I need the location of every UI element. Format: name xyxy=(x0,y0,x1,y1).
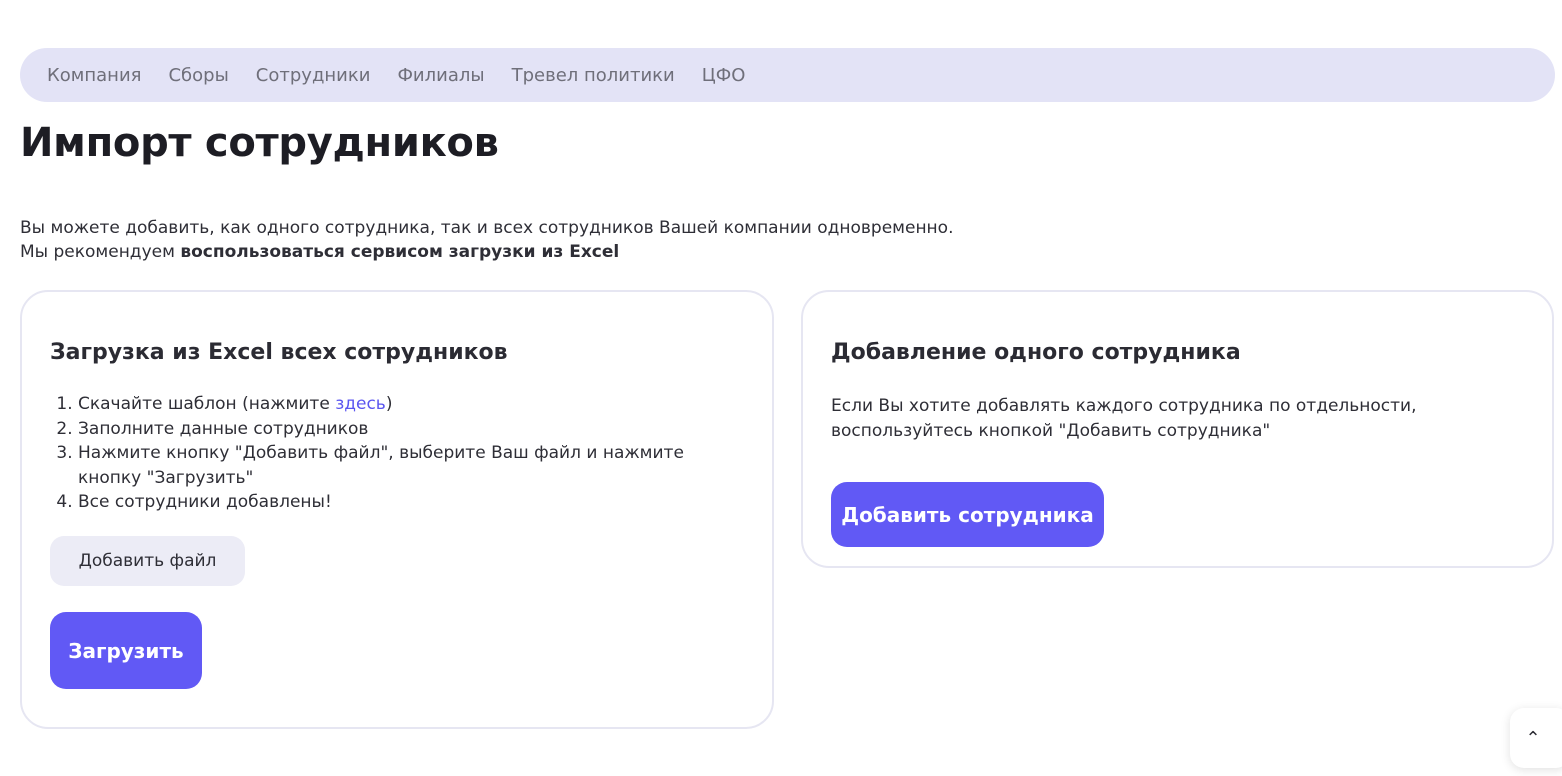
step-fill-data: Заполните данные сотрудников xyxy=(78,417,738,442)
excel-import-card: Загрузка из Excel всех сотрудников Скача… xyxy=(20,290,774,729)
single-card-text-line-1: Если Вы хотите добавлять каждого сотрудн… xyxy=(831,396,1417,416)
page-title: Импорт сотрудников xyxy=(20,120,499,166)
step-done: Все сотрудники добавлены! xyxy=(78,490,738,515)
nav-item-cfo[interactable]: ЦФО xyxy=(702,65,746,86)
nav-item-fees[interactable]: Сборы xyxy=(168,65,228,86)
nav-item-employees[interactable]: Сотрудники xyxy=(256,65,371,86)
nav-item-travel-policies[interactable]: Тревел политики xyxy=(512,65,675,86)
intro-line-2-prefix: Мы рекомендуем xyxy=(20,242,181,262)
step1-suffix: ) xyxy=(385,394,393,414)
step-upload-file: Нажмите кнопку "Добавить файл", выберите… xyxy=(78,441,738,490)
step1-text: Скачайте шаблон (нажмите xyxy=(78,394,336,414)
template-download-link[interactable]: здесь xyxy=(335,394,386,414)
chevron-up-icon: ⌃ xyxy=(1525,727,1541,749)
nav-item-branches[interactable]: Филиалы xyxy=(397,65,484,86)
single-card-text-line-2: воспользуйтесь кнопкой "Добавить сотрудн… xyxy=(831,420,1271,441)
single-employee-card: Добавление одного сотрудника Если Вы хот… xyxy=(801,290,1554,568)
upload-button[interactable]: Загрузить xyxy=(50,612,202,689)
single-card-description: Если Вы хотите добавлять каждого сотрудн… xyxy=(831,394,1491,443)
intro-line-2: Мы рекомендуем воспользоваться сервисом … xyxy=(20,240,1120,264)
add-file-button[interactable]: Добавить файл xyxy=(50,536,245,586)
step-download-template: Скачайте шаблон (нажмите здесь) xyxy=(78,392,738,417)
single-card-title: Добавление одного сотрудника xyxy=(831,340,1241,365)
page: Компания Сборы Сотрудники Филиалы Тревел… xyxy=(0,0,1562,776)
top-navigation: Компания Сборы Сотрудники Филиалы Тревел… xyxy=(20,48,1555,102)
intro-line-1: Вы можете добавить, как одного сотрудник… xyxy=(20,218,954,238)
add-employee-button[interactable]: Добавить сотрудника xyxy=(831,482,1104,547)
excel-card-title: Загрузка из Excel всех сотрудников xyxy=(50,340,508,365)
intro-line-2-emphasis: воспользоваться сервисом загрузки из Exc… xyxy=(180,242,620,262)
import-steps-list: Скачайте шаблон (нажмите здесь) Заполнит… xyxy=(50,392,738,515)
intro-text: Вы можете добавить, как одного сотрудник… xyxy=(20,216,1120,264)
scroll-to-top-button[interactable]: ⌃ xyxy=(1510,708,1562,768)
nav-item-company[interactable]: Компания xyxy=(47,65,141,86)
